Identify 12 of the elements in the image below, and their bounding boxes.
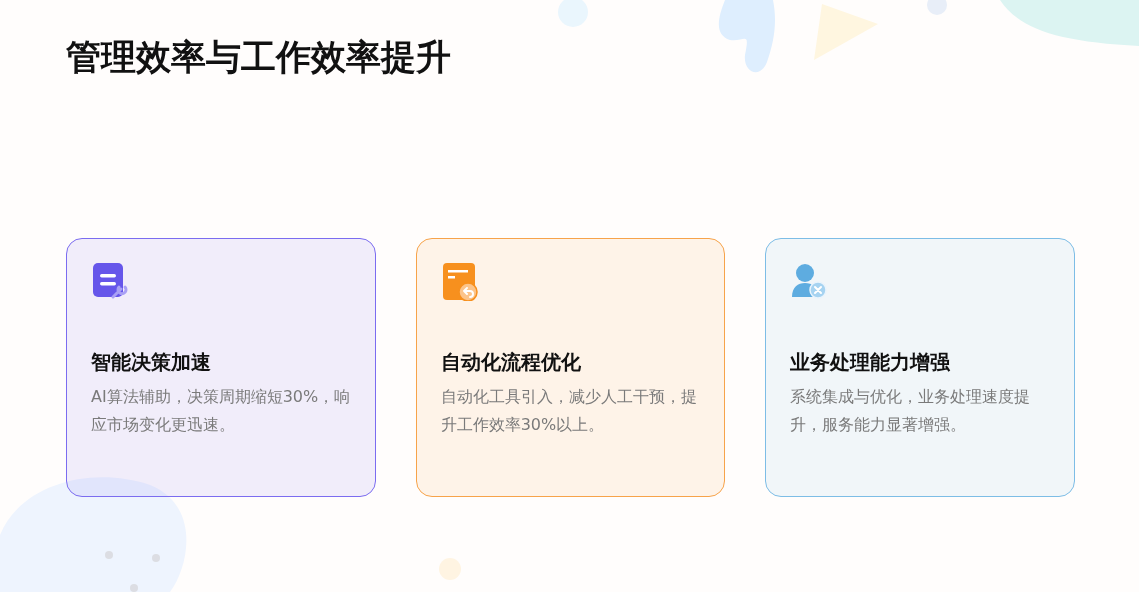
card-description: 自动化工具引入，减少人工干预，提升工作效率30%以上。 [440, 386, 698, 436]
card-description: 系统集成与优化，业务处理速度提升，服务能力显著增强。 [790, 386, 1032, 436]
user-remove-icon [790, 261, 829, 301]
circle-decoration [438, 557, 462, 581]
card-title: 业务处理能力增强 [790, 349, 952, 376]
document-wrench-icon [91, 261, 129, 301]
document-return-icon [440, 261, 479, 301]
card-title: 自动化流程优化 [440, 349, 582, 376]
triangle-decoration [812, 2, 878, 60]
page-title: 管理效率与工作效率提升 [66, 36, 452, 78]
card-title: 智能决策加速 [91, 349, 212, 376]
card-description: AI算法辅助，决策周期缩短30%，响应市场变化更迅速。 [91, 386, 351, 436]
